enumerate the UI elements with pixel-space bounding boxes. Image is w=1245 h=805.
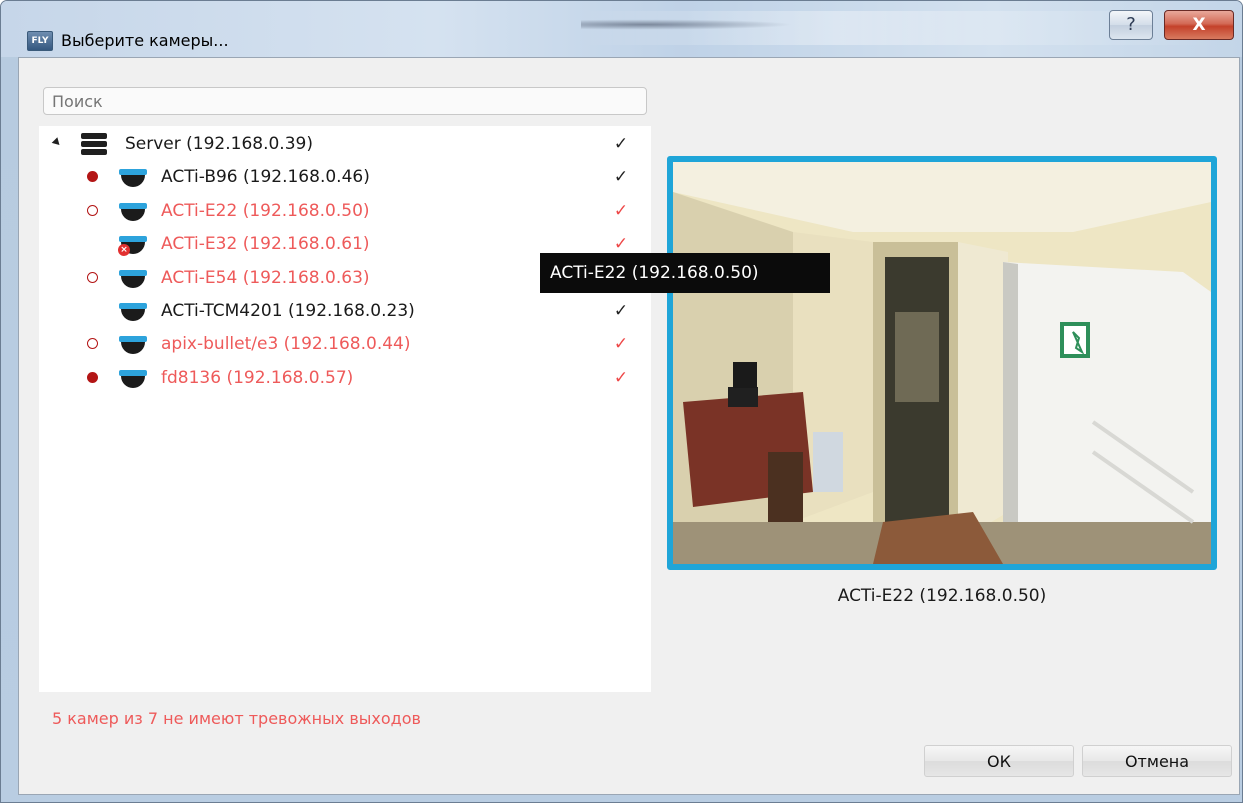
title-bar[interactable]: FLY Выберите камеры... ? X	[1, 1, 1242, 57]
dialog-window: FLY Выберите камеры... ? X Server (192.1…	[0, 0, 1243, 803]
cancel-button[interactable]: Отмена	[1082, 745, 1232, 777]
camera-tooltip: ACTi-E22 (192.168.0.50)	[540, 253, 830, 293]
collapse-arrow-icon[interactable]	[51, 137, 63, 148]
camera-label: ACTi-E22 (192.168.0.50)	[161, 200, 370, 221]
tree-row-camera[interactable]: apix-bullet/e3 (192.168.0.44) ✓	[39, 328, 651, 360]
camera-label: ACTi-TCM4201 (192.168.0.23)	[161, 301, 415, 321]
camera-checkbox[interactable]: ✓	[612, 195, 630, 227]
alarm-outputs-warning: 5 камер из 7 не имеют тревожных выходов	[52, 709, 421, 728]
help-button[interactable]: ?	[1109, 10, 1153, 40]
camera-checkbox[interactable]: ✓	[612, 161, 630, 193]
dome-camera-icon	[119, 366, 147, 390]
tree-row-camera[interactable]: fd8136 (192.168.0.57) ✓	[39, 362, 651, 394]
tree-row-server[interactable]: Server (192.168.0.39) ✓	[39, 128, 651, 160]
dome-camera-icon	[119, 332, 147, 356]
ok-button[interactable]: ОК	[924, 745, 1074, 777]
tree-row-camera[interactable]: ACTi-B96 (192.168.0.46) ✓	[39, 161, 651, 193]
alarm-indicator-hollow-icon	[87, 271, 98, 283]
camera-checkbox[interactable]: ✓	[612, 295, 630, 327]
close-button[interactable]: X	[1164, 10, 1234, 40]
server-icon	[81, 133, 107, 157]
camera-preview	[667, 156, 1217, 570]
camera-label: ACTi-B96 (192.168.0.46)	[161, 167, 370, 188]
dome-camera-icon	[119, 165, 147, 189]
server-checkbox[interactable]: ✓	[612, 128, 630, 160]
app-logo-icon: FLY	[27, 31, 53, 51]
search-input[interactable]	[43, 87, 647, 115]
alarm-indicator-filled-icon	[87, 371, 98, 383]
preview-caption: ACTi-E22 (192.168.0.50)	[837, 586, 1047, 606]
camera-preview-image	[673, 162, 1211, 564]
dome-camera-icon: ×	[118, 232, 147, 257]
alarm-indicator-hollow-icon	[87, 338, 98, 350]
tree-row-camera[interactable]: ACTi-TCM4201 (192.168.0.23) ✓	[39, 295, 651, 327]
alarm-indicator-filled-icon	[87, 171, 98, 183]
dialog-client-area: Server (192.168.0.39) ✓ ACTi-B96 (192.16…	[18, 57, 1240, 795]
tree-row-camera[interactable]: ACTi-E22 (192.168.0.50) ✓	[39, 195, 651, 227]
dome-camera-icon	[119, 266, 147, 290]
camera-label: fd8136 (192.168.0.57)	[161, 367, 354, 388]
dome-camera-icon	[119, 299, 147, 323]
camera-error-icon: ×	[118, 244, 130, 257]
dome-camera-icon	[119, 199, 147, 223]
camera-label: apix-bullet/e3 (192.168.0.44)	[161, 334, 411, 355]
alarm-indicator-hollow-icon	[87, 204, 98, 216]
server-label: Server (192.168.0.39)	[125, 134, 313, 154]
camera-label: ACTi-E54 (192.168.0.63)	[161, 267, 370, 288]
camera-checkbox[interactable]: ✓	[612, 362, 630, 394]
camera-tree[interactable]: Server (192.168.0.39) ✓ ACTi-B96 (192.16…	[39, 126, 651, 692]
camera-label: ACTi-E32 (192.168.0.61)	[161, 234, 370, 255]
camera-checkbox[interactable]: ✓	[612, 328, 630, 360]
window-title: Выберите камеры...	[61, 31, 229, 50]
